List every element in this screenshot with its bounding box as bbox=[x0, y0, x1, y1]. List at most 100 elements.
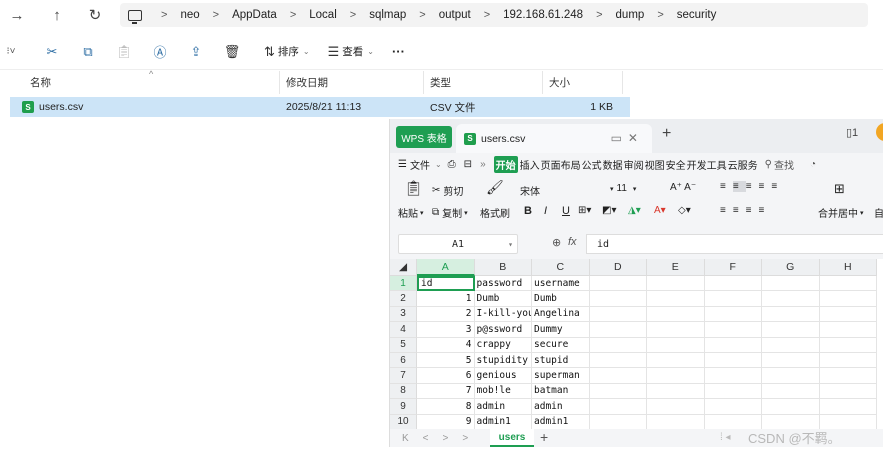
wps-file-tab[interactable]: S users.csv ▭✕ bbox=[456, 124, 652, 153]
save-icon[interactable]: ⎙ bbox=[448, 159, 456, 170]
breadcrumb-item-ip[interactable]: 192.168.61.248 bbox=[503, 9, 583, 21]
fx-icon[interactable]: fx bbox=[568, 236, 577, 248]
font-grow-shrink-icon[interactable]: A⁺ A⁻ bbox=[670, 182, 696, 193]
menu-page-layout[interactable]: 页面布局 bbox=[541, 157, 581, 172]
table-cell[interactable] bbox=[589, 383, 647, 400]
forward-arrow-icon[interactable]: → bbox=[0, 0, 34, 30]
column-header-d[interactable]: D bbox=[589, 259, 647, 276]
column-header-e[interactable]: E bbox=[647, 259, 705, 276]
table-cell[interactable] bbox=[704, 306, 762, 323]
table-cell[interactable]: 7 bbox=[417, 383, 475, 400]
table-cell[interactable] bbox=[589, 353, 647, 369]
menu-developer[interactable]: 开发工具 bbox=[687, 157, 727, 172]
select-all-corner[interactable]: ◢ bbox=[390, 259, 417, 276]
row-header[interactable]: 4 bbox=[390, 322, 417, 338]
underline-button[interactable]: U bbox=[562, 205, 570, 217]
breadcrumb[interactable]: > neo > AppData > Local > sqlmap > outpu… bbox=[120, 3, 868, 27]
copy-button[interactable]: ⧉ 复制 ▾ bbox=[432, 205, 468, 220]
table-cell[interactable] bbox=[647, 306, 705, 323]
border-icon[interactable]: ⊞▾ bbox=[578, 205, 591, 216]
row-header[interactable]: 9 bbox=[390, 399, 417, 415]
share-icon[interactable]: ⇪ bbox=[180, 38, 212, 66]
cut-button[interactable]: ✂ 剪切 bbox=[432, 183, 463, 198]
table-cell[interactable]: Dummy bbox=[532, 322, 590, 338]
table-cell[interactable] bbox=[647, 276, 705, 292]
copy-icon[interactable]: ⧉ bbox=[72, 38, 104, 66]
row-header[interactable]: 5 bbox=[390, 337, 417, 353]
print-icon[interactable]: ⊟ bbox=[464, 159, 472, 170]
row-header[interactable]: 3 bbox=[390, 306, 417, 323]
highlight-icon[interactable]: ◮▾ bbox=[628, 205, 641, 216]
table-cell[interactable]: admin bbox=[532, 399, 590, 415]
table-cell[interactable]: genious bbox=[474, 368, 532, 384]
table-cell[interactable]: admin1 bbox=[532, 414, 590, 429]
table-cell[interactable] bbox=[589, 414, 647, 429]
table-cell[interactable] bbox=[819, 353, 877, 369]
table-cell[interactable] bbox=[704, 399, 762, 415]
scrollbar-handle[interactable]: ⁞ ◂ bbox=[720, 432, 731, 443]
table-cell[interactable] bbox=[647, 337, 705, 353]
paste-icon[interactable]: 📋︎ bbox=[108, 38, 140, 66]
table-cell[interactable] bbox=[647, 399, 705, 415]
table-cell[interactable]: crappy bbox=[474, 337, 532, 353]
row-header[interactable]: 2 bbox=[390, 291, 417, 307]
breadcrumb-item-appdata[interactable]: AppData bbox=[232, 9, 277, 21]
cut-icon[interactable]: ✂ bbox=[36, 38, 68, 66]
table-cell[interactable] bbox=[704, 353, 762, 369]
table-cell[interactable] bbox=[704, 291, 762, 307]
new-tab-icon[interactable]: + bbox=[662, 125, 671, 143]
table-cell[interactable] bbox=[819, 322, 877, 338]
table-cell[interactable]: Dumb bbox=[474, 291, 532, 307]
row-header[interactable]: 6 bbox=[390, 353, 417, 369]
column-header-size[interactable]: 大小 bbox=[543, 71, 623, 94]
format-painter-icon[interactable]: 🖌︎ bbox=[486, 179, 504, 196]
formula-input[interactable]: id bbox=[586, 234, 883, 254]
new-menu-icon[interactable]: ⁝˅ bbox=[0, 38, 22, 66]
menu-data[interactable]: 数据 bbox=[603, 157, 623, 172]
row-header[interactable]: 7 bbox=[390, 368, 417, 384]
paste-icon[interactable]: 📋︎ bbox=[404, 179, 423, 197]
double-chevron-icon[interactable]: » bbox=[480, 159, 486, 170]
column-header-h[interactable]: H bbox=[819, 259, 877, 276]
help-icon[interactable]: ◔ bbox=[810, 159, 816, 170]
more-options-button[interactable]: ··· bbox=[392, 38, 405, 66]
table-cell[interactable]: admin bbox=[474, 399, 532, 415]
table-cell[interactable] bbox=[704, 383, 762, 400]
table-cell[interactable] bbox=[819, 337, 877, 353]
breadcrumb-item-sqlmap[interactable]: sqlmap bbox=[369, 9, 406, 21]
breadcrumb-item-dump[interactable]: dump bbox=[616, 9, 645, 21]
view-button[interactable]: ☰ 查看 ⌄ bbox=[328, 38, 374, 66]
table-cell[interactable] bbox=[704, 276, 762, 292]
table-cell[interactable] bbox=[762, 276, 820, 292]
table-cell[interactable] bbox=[589, 276, 647, 292]
paste-button[interactable]: 粘贴 ▾ bbox=[398, 205, 424, 220]
table-cell[interactable] bbox=[589, 368, 647, 384]
table-cell[interactable] bbox=[819, 291, 877, 307]
table-cell[interactable]: id bbox=[417, 276, 475, 292]
row-header[interactable]: 1 bbox=[390, 276, 417, 292]
table-cell[interactable] bbox=[647, 414, 705, 429]
clear-format-icon[interactable]: ◇▾ bbox=[678, 205, 691, 216]
table-cell[interactable] bbox=[647, 368, 705, 384]
menu-review[interactable]: 审阅 bbox=[624, 157, 644, 172]
add-sheet-icon[interactable]: + bbox=[540, 429, 548, 445]
table-cell[interactable] bbox=[704, 337, 762, 353]
table-cell[interactable]: p@ssword bbox=[474, 322, 532, 338]
table-cell[interactable]: stupidity bbox=[474, 353, 532, 369]
table-cell[interactable] bbox=[647, 322, 705, 338]
fill-color-icon[interactable]: ◩▾ bbox=[602, 205, 616, 216]
table-cell[interactable] bbox=[762, 291, 820, 307]
table-cell[interactable] bbox=[762, 383, 820, 400]
table-cell[interactable]: Angelina bbox=[532, 306, 590, 323]
tab-close-icon[interactable]: ▭✕ bbox=[611, 131, 644, 145]
breadcrumb-item-output[interactable]: output bbox=[439, 9, 471, 21]
table-cell[interactable]: 3 bbox=[417, 322, 475, 338]
column-header-g[interactable]: G bbox=[762, 259, 820, 276]
table-cell[interactable] bbox=[589, 399, 647, 415]
table-cell[interactable]: 8 bbox=[417, 399, 475, 415]
table-cell[interactable]: Dumb bbox=[532, 291, 590, 307]
font-color-icon[interactable]: A▾ bbox=[654, 205, 666, 216]
table-cell[interactable] bbox=[647, 353, 705, 369]
table-cell[interactable] bbox=[762, 368, 820, 384]
table-cell[interactable] bbox=[819, 306, 877, 323]
